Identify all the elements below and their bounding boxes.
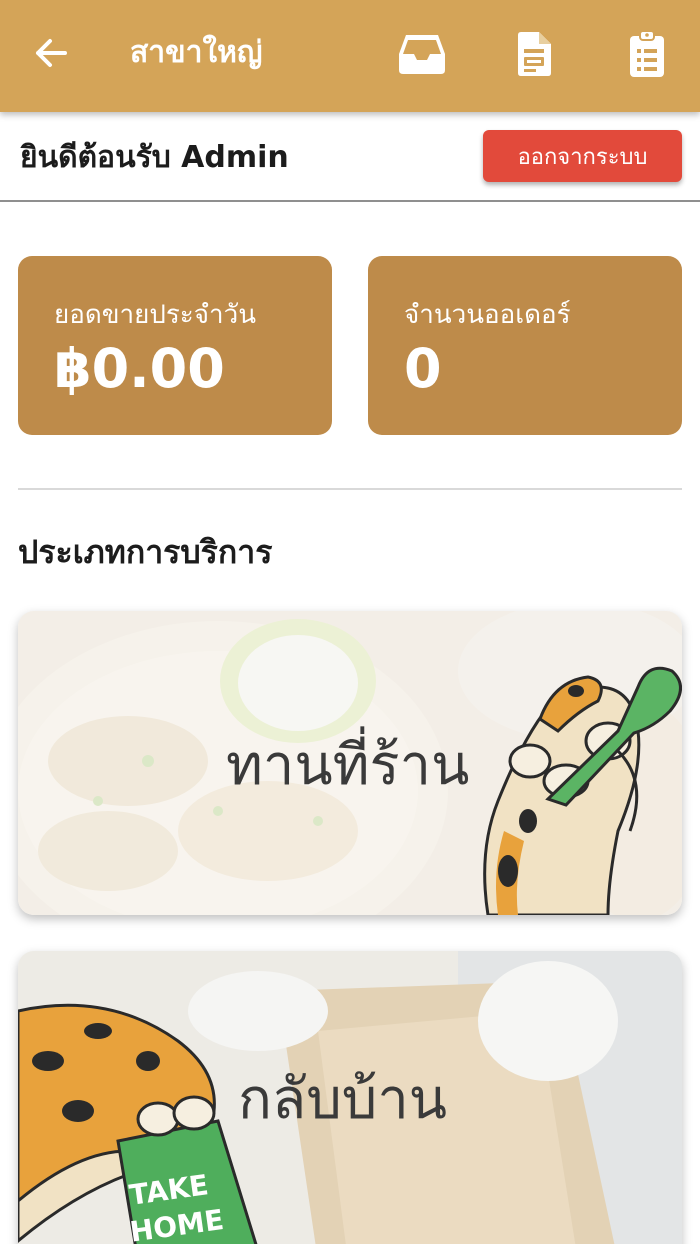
dine-in-label: ทานที่ร้าน xyxy=(226,733,470,798)
app-bar: สาขาใหญ่ xyxy=(0,0,700,112)
tiger-paw-bag-icon: TAKE HOME xyxy=(18,1003,258,1244)
daily-sales-card: ยอดขายประจำวัน ฿0.00 xyxy=(18,256,332,435)
inbox-tray-icon xyxy=(399,35,445,74)
page-title: สาขาใหญ่ xyxy=(130,35,263,70)
clipboard-list-icon xyxy=(630,30,664,77)
document-icon xyxy=(518,32,551,76)
report-button[interactable] xyxy=(506,26,562,82)
dine-in-card[interactable]: ทานที่ร้าน xyxy=(18,611,682,915)
divider xyxy=(18,488,682,490)
back-button[interactable] xyxy=(26,30,76,76)
arrow-left-icon xyxy=(36,39,67,67)
daily-sales-value: ฿0.00 xyxy=(54,337,225,400)
logout-button[interactable]: ออกจากระบบ xyxy=(483,130,682,182)
order-count-label: จำนวนออเดอร์ xyxy=(404,300,571,330)
welcome-text: ยินดีต้อนรับ Admin xyxy=(20,140,289,175)
tiger-paw-spoon-icon xyxy=(483,666,682,915)
daily-sales-label: ยอดขายประจำวัน xyxy=(54,300,256,330)
service-type-title: ประเภทการบริการ xyxy=(18,533,273,571)
welcome-row: ยินดีต้อนรับ Admin ออกจากระบบ xyxy=(0,112,700,202)
take-home-card[interactable]: กลับบ้าน TAKE HOME xyxy=(18,951,682,1244)
inbox-button[interactable] xyxy=(394,26,450,82)
order-list-button[interactable] xyxy=(619,26,675,82)
order-count-value: 0 xyxy=(404,337,442,400)
take-home-label: กลับบ้าน xyxy=(238,1067,448,1132)
order-count-card: จำนวนออเดอร์ 0 xyxy=(368,256,682,435)
